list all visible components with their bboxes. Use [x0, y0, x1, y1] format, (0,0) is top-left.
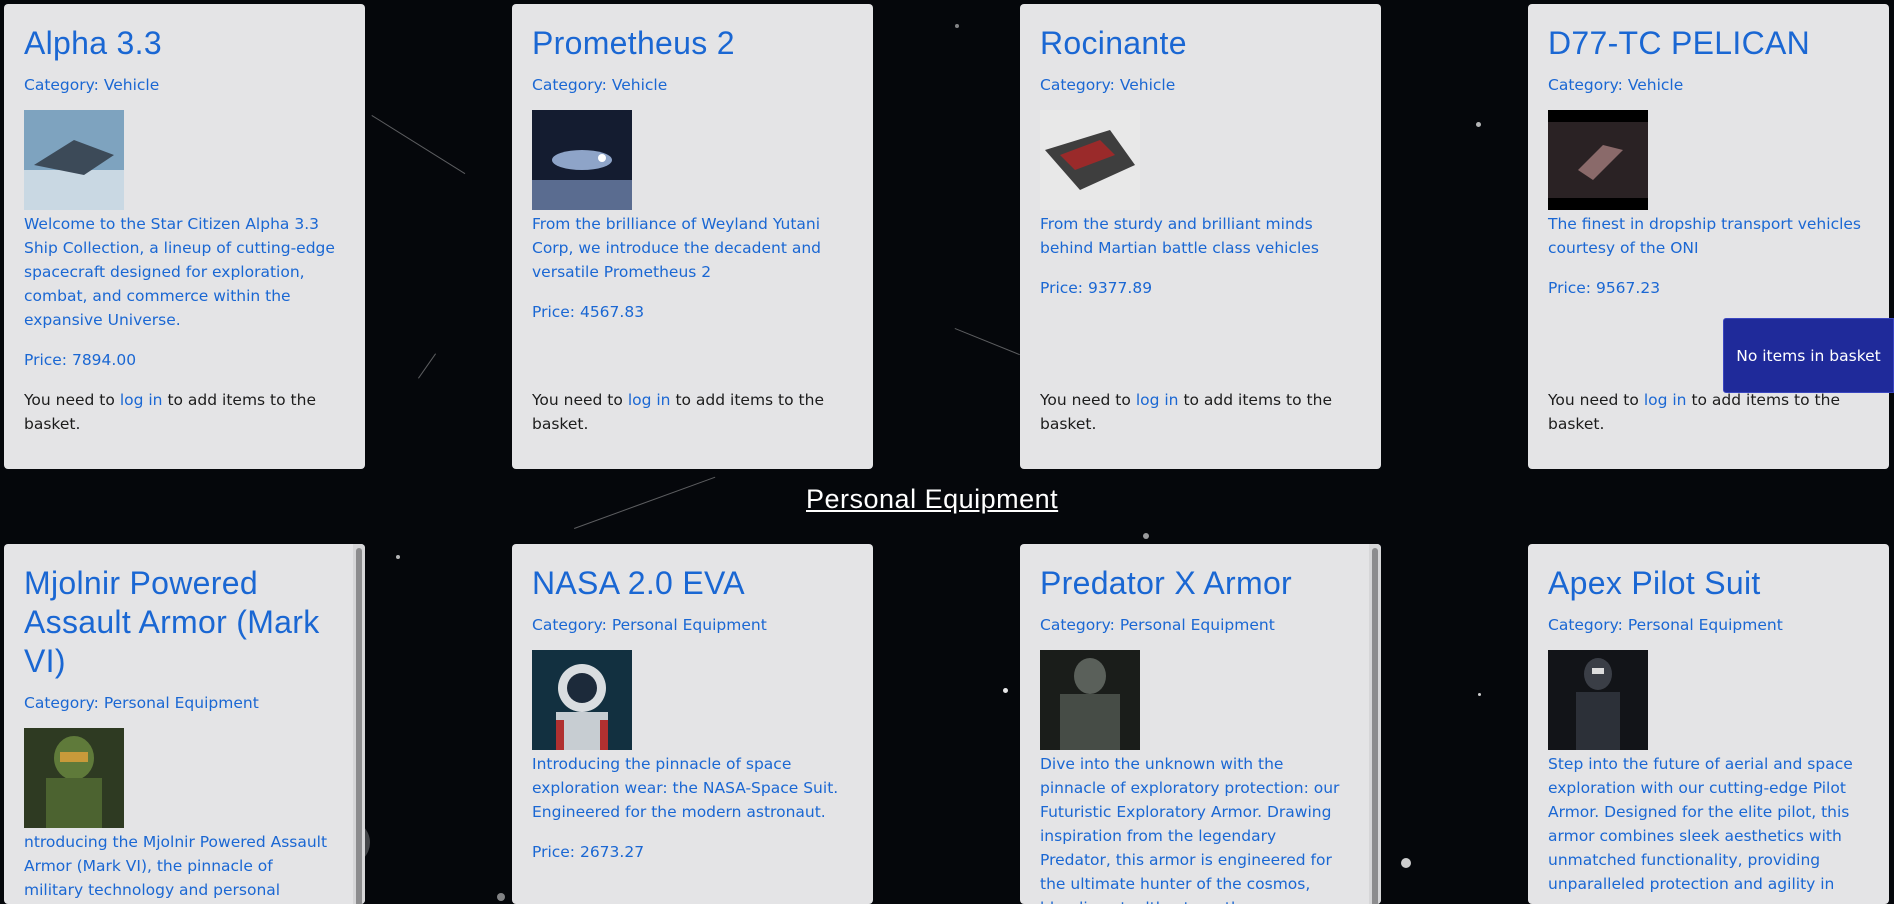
product-price: Price: 9377.89 [1040, 279, 1153, 297]
product-description: From the sturdy and brilliant minds behi… [1040, 215, 1319, 257]
login-notice: You need to log in to add items to the b… [24, 388, 345, 436]
product-title: D77-TC PELICAN [1548, 25, 1811, 61]
product-description: Step into the future of aerial and space… [1548, 755, 1853, 893]
product-price: Price: 2673.27 [532, 843, 645, 861]
product-title: Mjolnir Powered Assault Armor (Mark VI) [24, 565, 320, 679]
card-scrollbar[interactable] [353, 544, 365, 904]
login-link[interactable]: log in [1644, 391, 1687, 409]
product-category: Category: Personal Equipment [532, 616, 767, 634]
product-category: Category: Vehicle [1040, 76, 1176, 94]
product-card: NASA 2.0 EVA Category: Personal Equipmen… [512, 544, 873, 904]
login-prefix: You need to [532, 391, 623, 409]
armor-image [24, 728, 124, 828]
login-link[interactable]: log in [628, 391, 671, 409]
armor-image [1040, 650, 1140, 750]
login-notice: You need to log in to add items to the b… [532, 388, 853, 436]
spaceship-image [1040, 110, 1140, 210]
product-category: Category: Personal Equipment [1548, 616, 1783, 634]
product-category: Category: Vehicle [24, 76, 160, 94]
product-description: The finest in dropship transport vehicle… [1548, 215, 1862, 257]
pilot-suit-image [1548, 650, 1648, 750]
product-card: Apex Pilot Suit Category: Personal Equip… [1528, 544, 1889, 904]
login-link[interactable]: log in [1136, 391, 1179, 409]
product-title: Alpha 3.3 [24, 25, 162, 61]
product-title: Apex Pilot Suit [1548, 565, 1761, 601]
login-prefix: You need to [24, 391, 115, 409]
product-category: Category: Vehicle [532, 76, 668, 94]
product-card: Predator X Armor Category: Personal Equi… [1020, 544, 1381, 904]
product-title: Rocinante [1040, 25, 1187, 61]
basket-status-button[interactable]: No items in basket [1723, 318, 1894, 393]
spaceship-image [24, 110, 124, 210]
product-card: Prometheus 2 Category: Vehicle From the … [512, 4, 873, 469]
product-price: Price: 7894.00 [24, 351, 137, 369]
card-scrollbar[interactable] [1369, 544, 1381, 904]
scrollbar-thumb[interactable] [1372, 548, 1378, 904]
product-card: Rocinante Category: Vehicle From the stu… [1020, 4, 1381, 469]
section-heading: Personal Equipment [806, 484, 1059, 514]
product-category: Category: Personal Equipment [1040, 616, 1275, 634]
dropship-image [1548, 110, 1648, 210]
product-description: Welcome to the Star Citizen Alpha 3.3 Sh… [24, 215, 335, 329]
astronaut-image [532, 650, 632, 750]
product-price: Price: 4567.83 [532, 303, 645, 321]
product-description: From the brilliance of Weyland Yutani Co… [532, 215, 822, 281]
login-prefix: You need to [1548, 391, 1639, 409]
product-description: Introducing the pinnacle of space explor… [532, 755, 839, 821]
product-title: Prometheus 2 [532, 25, 735, 61]
product-card: Alpha 3.3 Category: Vehicle Welcome to t… [4, 4, 365, 469]
product-description: ntroducing the Mjolnir Powered Assault A… [24, 833, 328, 899]
login-prefix: You need to [1040, 391, 1131, 409]
product-card: D77-TC PELICAN Category: Vehicle The fin… [1528, 4, 1889, 469]
login-notice: You need to log in to add items to the b… [1040, 388, 1361, 436]
product-title: NASA 2.0 EVA [532, 565, 745, 601]
product-category: Category: Vehicle [1548, 76, 1684, 94]
product-card: Mjolnir Powered Assault Armor (Mark VI) … [4, 544, 365, 904]
login-notice: You need to log in to add items to the b… [1548, 388, 1869, 436]
product-category: Category: Personal Equipment [24, 694, 259, 712]
product-description: Dive into the unknown with the pinnacle … [1040, 755, 1340, 904]
login-link[interactable]: log in [120, 391, 163, 409]
spaceship-image [532, 110, 632, 210]
product-price: Price: 9567.23 [1548, 279, 1661, 297]
scrollbar-thumb[interactable] [356, 548, 362, 904]
product-title: Predator X Armor [1040, 565, 1293, 601]
